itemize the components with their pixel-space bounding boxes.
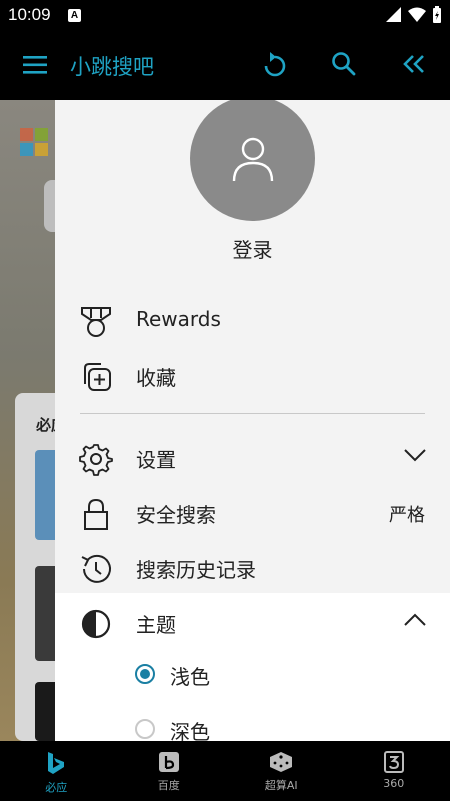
- tab-ai[interactable]: 超算AI: [225, 741, 338, 801]
- theme-light-label[interactable]: 浅色: [170, 661, 210, 690]
- microsoft-logo: [20, 128, 48, 156]
- menu-item-label: 收藏: [136, 366, 176, 390]
- menu-item-label: 主题: [136, 613, 176, 637]
- tab-label: 360: [383, 777, 405, 790]
- menu-item-label: 设置: [136, 448, 176, 472]
- navigation-drawer: 登录 Rewards 收藏 设置 安全搜索 严格 搜索历史记录 主题 浅色 深色: [55, 100, 450, 741]
- search-icon[interactable]: [331, 51, 357, 77]
- signal-icon: [386, 7, 401, 22]
- add-collection-icon: [84, 363, 111, 391]
- menu-item-label: 安全搜索: [136, 503, 216, 527]
- status-time: 10:09: [8, 5, 51, 24]
- app-bar: 小跳搜吧: [0, 32, 450, 100]
- menu-item-label: 搜索历史记录: [136, 558, 256, 582]
- tab-baidu[interactable]: 百度: [113, 741, 226, 801]
- safe-search-value: 严格: [389, 505, 425, 526]
- login-link[interactable]: 登录: [55, 234, 450, 263]
- divider: [80, 413, 425, 414]
- avatar[interactable]: [190, 100, 315, 221]
- theme-dark-label[interactable]: 深色: [170, 716, 210, 741]
- refresh-icon[interactable]: [262, 51, 288, 79]
- battery-icon: [433, 6, 441, 23]
- dice-icon: [270, 752, 293, 772]
- notification-icon: A: [68, 9, 81, 22]
- menu-item-rewards[interactable]: Rewards: [55, 293, 450, 345]
- wifi-icon: [408, 7, 426, 22]
- tab-label: 超算AI: [264, 779, 298, 792]
- double-chevron-left-icon[interactable]: [402, 53, 426, 75]
- app-title: 小跳搜吧: [70, 55, 154, 79]
- chevron-up-icon[interactable]: [404, 613, 426, 627]
- menu-item-theme[interactable]: 主题: [55, 595, 450, 647]
- status-icons: [386, 6, 442, 24]
- bottom-tab-bar: 必应 百度 超算AI 360: [0, 741, 450, 801]
- hamburger-icon[interactable]: [22, 52, 48, 78]
- tab-bing[interactable]: 必应: [0, 741, 113, 801]
- menu-item-history[interactable]: 搜索历史记录: [55, 540, 450, 592]
- lock-icon: [84, 498, 108, 530]
- tab-label: 百度: [157, 779, 180, 792]
- contrast-icon: [81, 609, 111, 639]
- menu-item-label: Rewards: [136, 307, 221, 331]
- baidu-icon: [158, 752, 179, 772]
- gear-icon: [79, 444, 113, 476]
- tab-360[interactable]: 360: [338, 741, 450, 801]
- theme-light-radio[interactable]: [135, 664, 155, 684]
- user-icon: [232, 137, 273, 181]
- history-icon: [81, 554, 111, 583]
- menu-item-settings[interactable]: 设置: [55, 430, 450, 482]
- menu-item-safe-search[interactable]: 安全搜索 严格: [55, 485, 450, 537]
- tab-label: 必应: [45, 781, 68, 794]
- bing-icon: [48, 752, 65, 774]
- chevron-down-icon[interactable]: [404, 448, 426, 462]
- 360-icon: [383, 751, 404, 773]
- menu-item-favorites[interactable]: 收藏: [55, 348, 450, 400]
- status-bar: 10:09 A: [0, 0, 450, 32]
- medal-icon: [81, 307, 111, 337]
- theme-dark-radio[interactable]: [135, 719, 155, 739]
